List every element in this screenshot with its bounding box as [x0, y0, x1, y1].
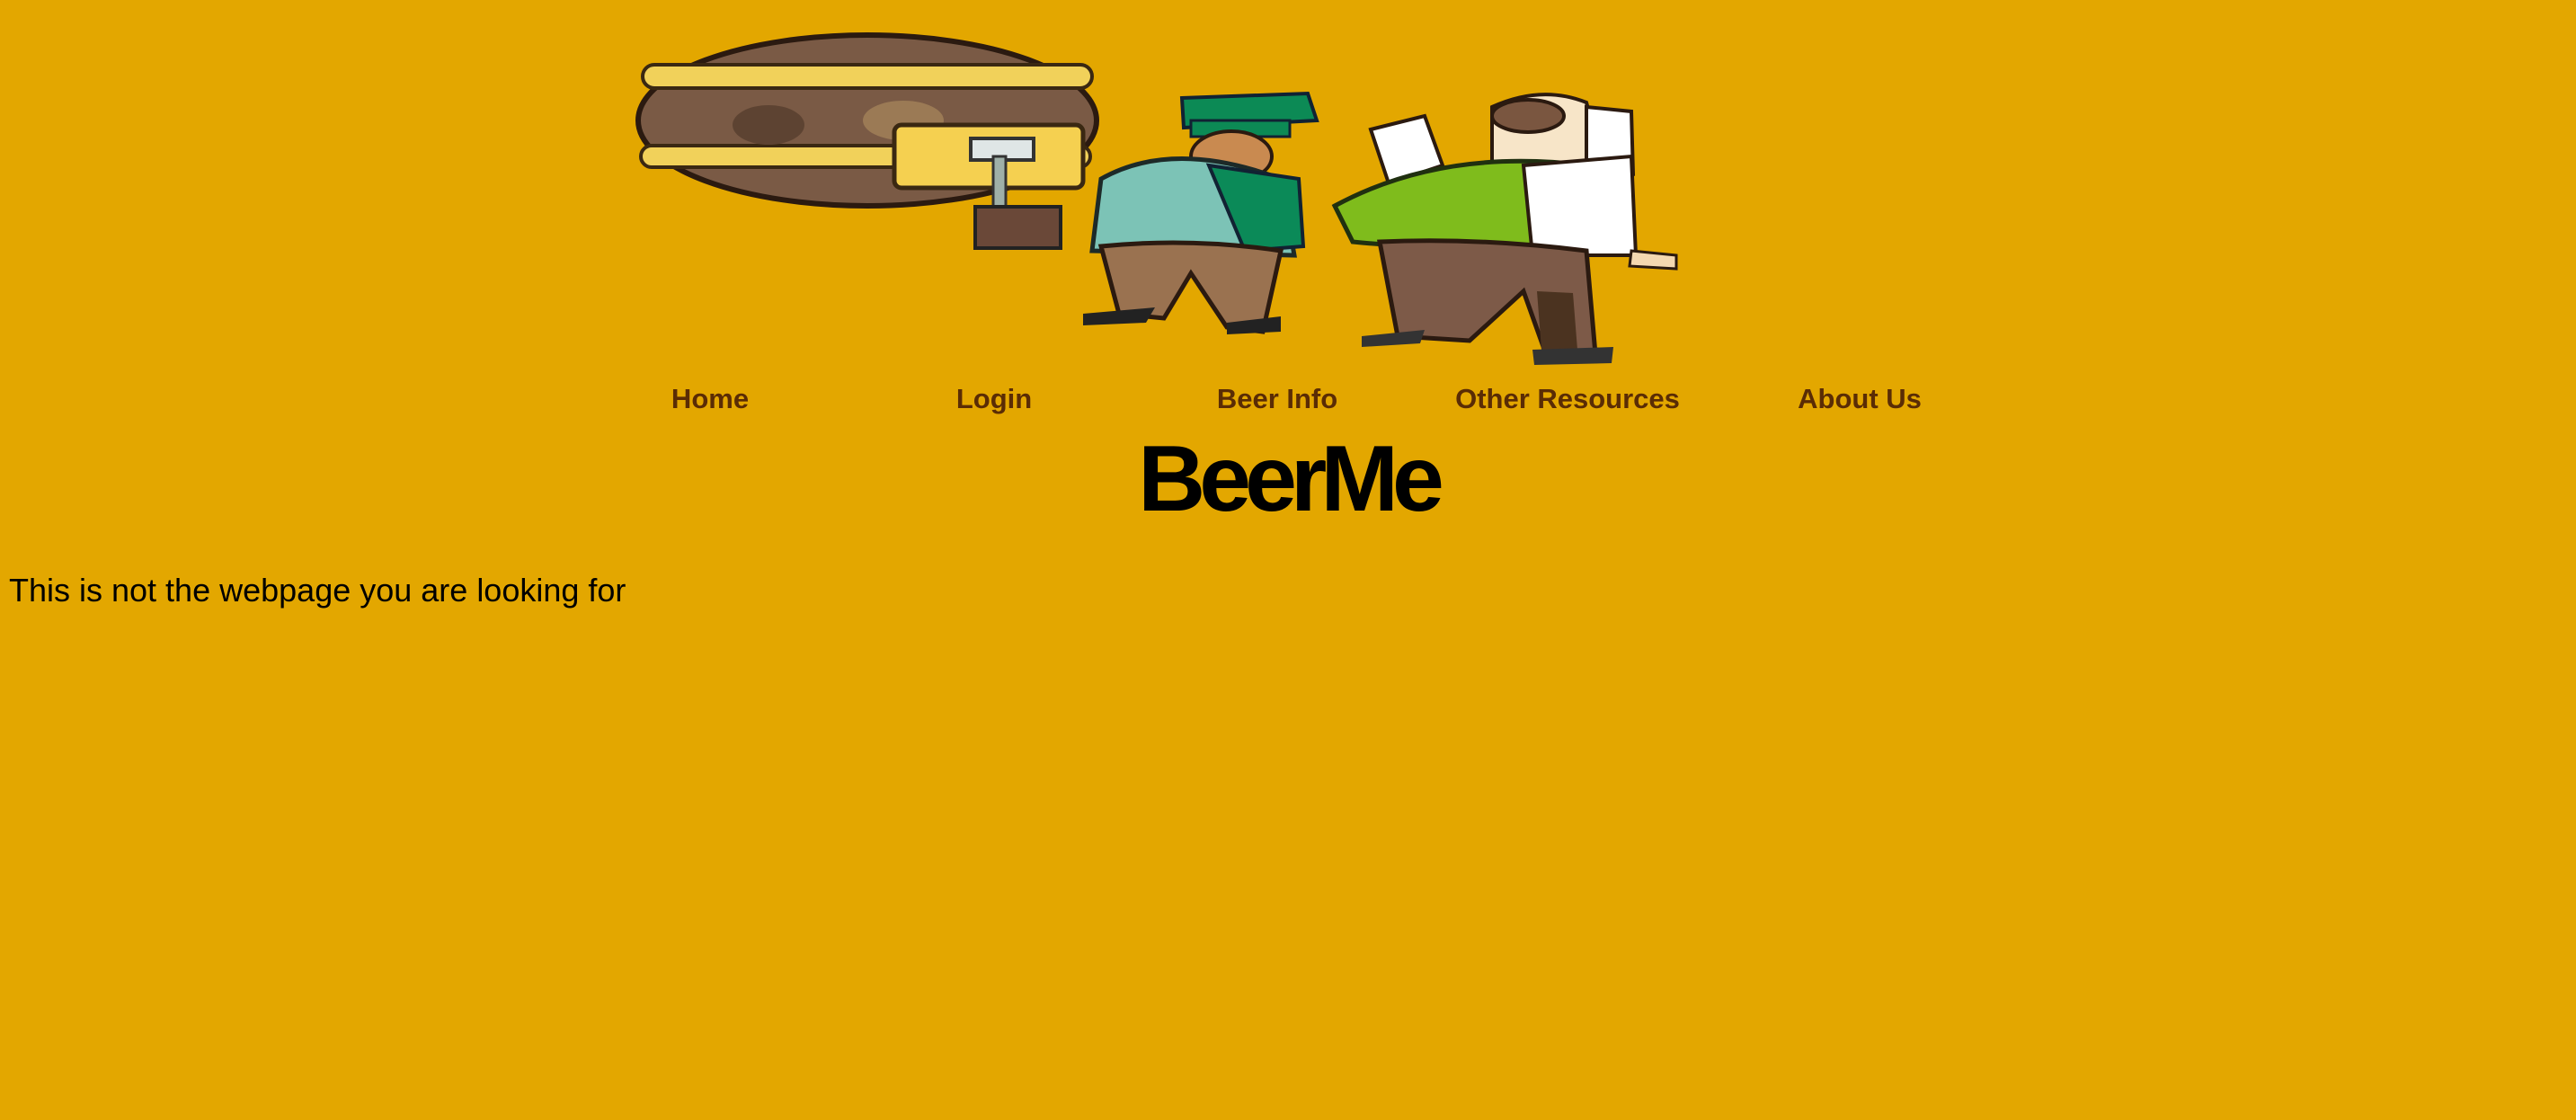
nav-link-login[interactable]: Login — [956, 383, 1032, 415]
keg-barrel-illustration — [635, 32, 1099, 209]
banner-image — [634, 31, 1910, 372]
leprechaun-carrier-illustration — [1083, 91, 1319, 334]
nav-link-other-resources[interactable]: Other Resources — [1455, 383, 1680, 415]
nav-link-beer-info[interactable]: Beer Info — [1217, 383, 1337, 415]
page: Home Login Beer Info Other Resources Abo… — [0, 0, 2576, 1120]
page-title: BeerMe — [1138, 427, 1444, 531]
nav-link-home[interactable]: Home — [671, 383, 749, 415]
bald-carrier-illustration — [1331, 93, 1678, 365]
not-found-message: This is not the webpage you are looking … — [9, 572, 626, 609]
main-nav: Home Login Beer Info Other Resources Abo… — [629, 383, 1923, 422]
nav-link-about-us[interactable]: About Us — [1798, 383, 1922, 415]
